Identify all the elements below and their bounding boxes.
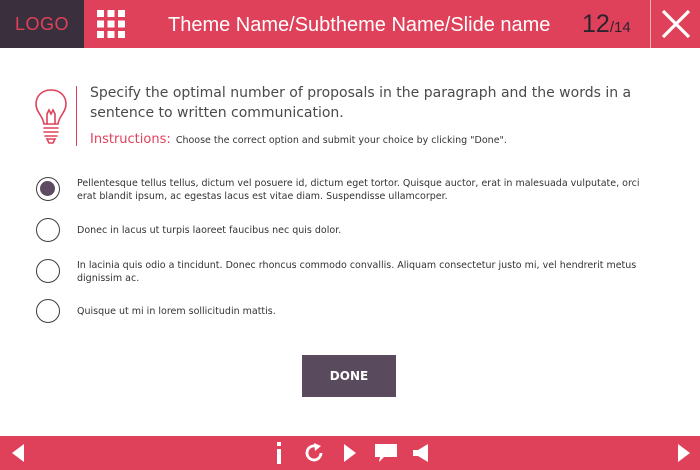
total-slides-number: 14 [613, 19, 631, 36]
sound-icon[interactable] [408, 436, 434, 470]
question-text: Specify the optimal number of proposals … [90, 85, 632, 121]
grid-menu-icon[interactable] [97, 10, 125, 38]
prev-arrow-icon[interactable] [6, 436, 30, 470]
radio-button-selected[interactable] [36, 177, 60, 201]
comment-icon[interactable] [372, 436, 400, 470]
slide-counter: 12/14 [582, 0, 631, 48]
logo: LOGO [0, 0, 84, 48]
close-button[interactable] [650, 0, 700, 48]
option-text: Quisque ut mi in lorem sollicitudin matt… [77, 306, 276, 317]
option-text: Donec in lacus ut turpis laoreet faucibu… [77, 225, 342, 236]
replay-icon[interactable] [300, 436, 328, 470]
close-icon [661, 9, 691, 39]
question-divider [76, 86, 77, 146]
header-bar: LOGO Theme Name/Subtheme Name/Slide name… [0, 0, 700, 48]
radio-button[interactable] [36, 259, 60, 283]
option-text: In lacinia quis odio a tincidunt. Donec … [77, 260, 637, 284]
instructions-text: Choose the correct option and submit you… [175, 135, 507, 146]
instructions: Instructions: Choose the correct option … [90, 128, 670, 147]
current-slide-number: 12 [582, 10, 610, 38]
footer-bar [0, 436, 700, 470]
info-icon[interactable] [268, 436, 290, 470]
done-button[interactable]: DONE [302, 355, 396, 397]
next-arrow-icon[interactable] [672, 436, 696, 470]
radio-button[interactable] [36, 218, 60, 242]
instructions-label: Instructions: [90, 132, 171, 147]
lightbulb-icon [34, 86, 68, 146]
slide-title: Theme Name/Subtheme Name/Slide name [168, 14, 551, 36]
radio-button[interactable] [36, 299, 60, 323]
option-text: Pellentesque tellus tellus, dictum vel p… [77, 178, 640, 202]
play-icon[interactable] [338, 436, 362, 470]
